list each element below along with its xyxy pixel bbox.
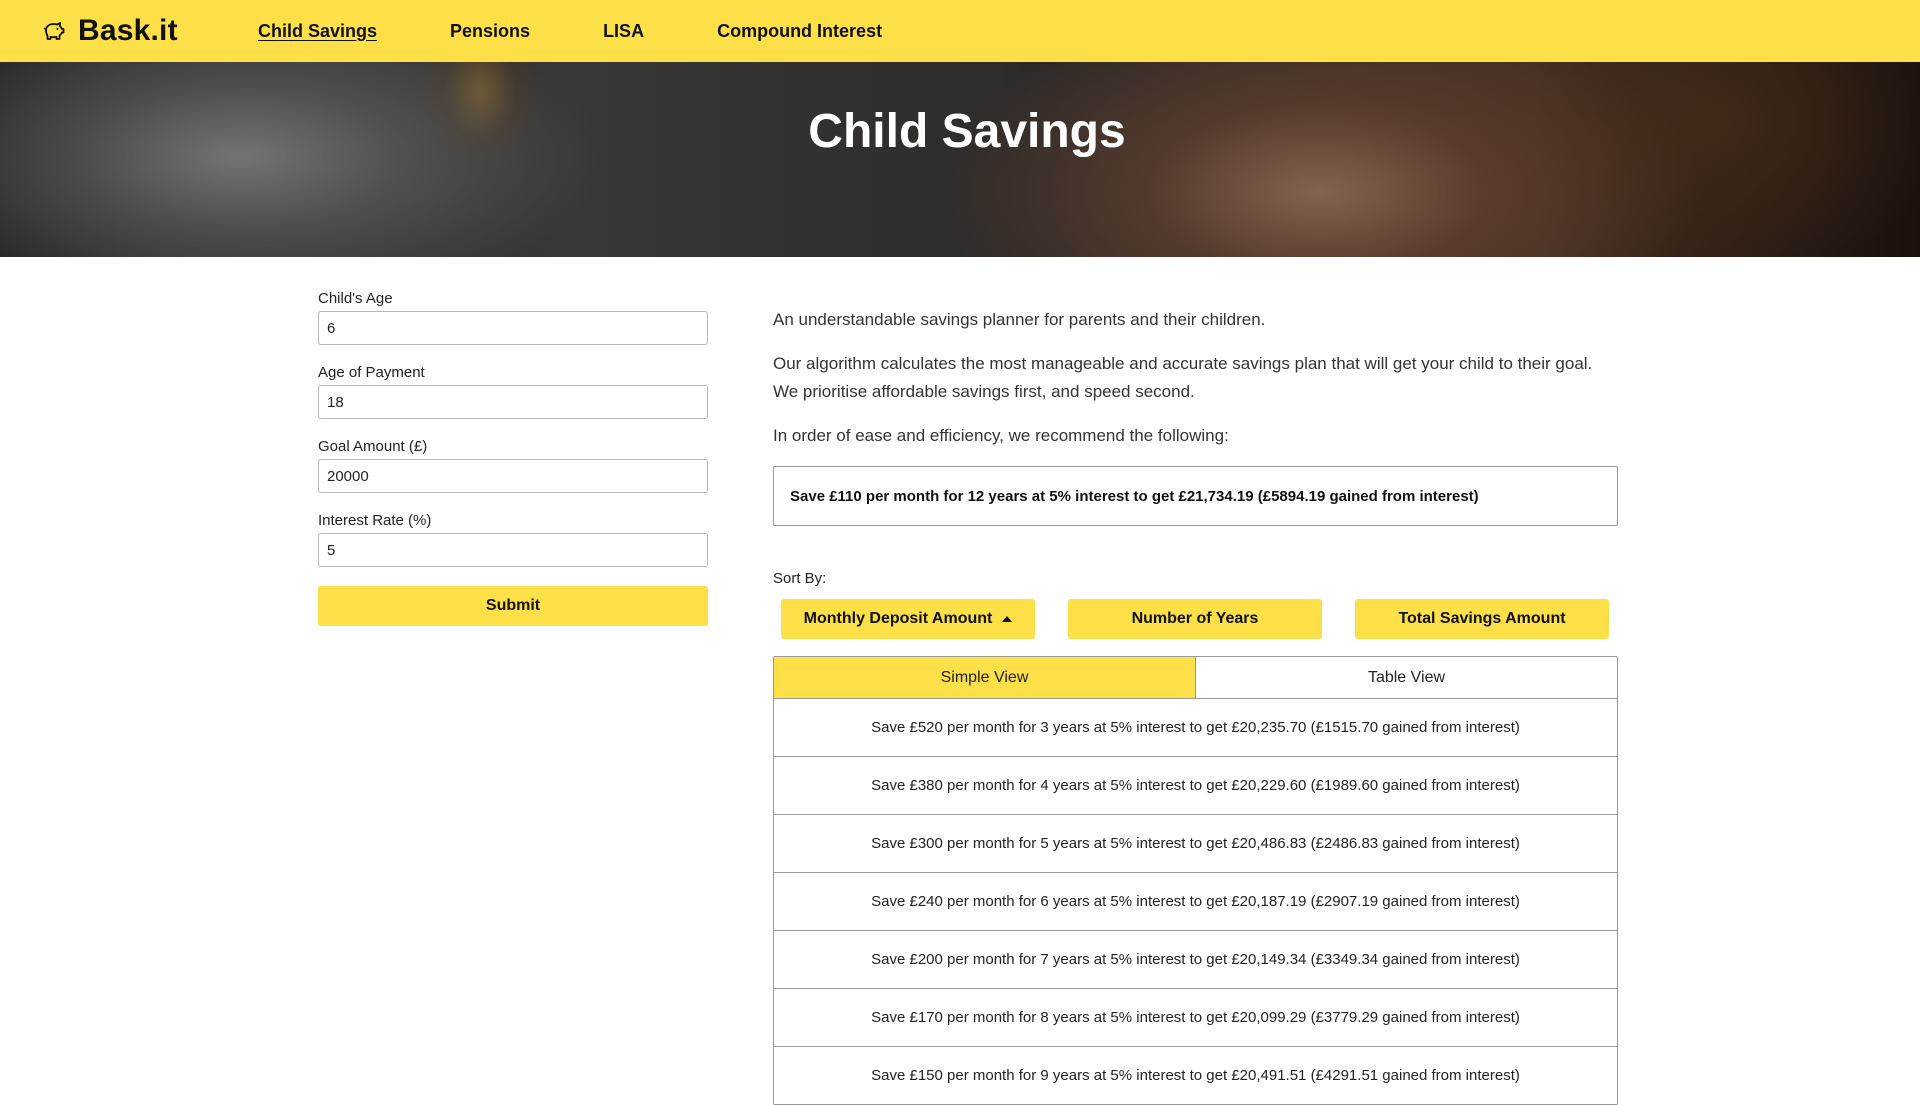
field-age-of-payment: Age of Payment — [318, 364, 708, 419]
nav-link-lisa[interactable]: LISA — [603, 21, 644, 42]
caret-up-icon — [1002, 616, 1013, 622]
recommend-label: In order of ease and efficiency, we reco… — [773, 426, 1229, 445]
interest-rate-label: Interest Rate (%) — [318, 512, 432, 529]
sort-monthly-deposit-button[interactable]: Monthly Deposit Amount — [781, 599, 1035, 639]
view-tabs: Simple View Table View — [774, 657, 1617, 699]
list-item: Save £170 per month for 8 years at 5% in… — [774, 989, 1617, 1047]
list-item: Save £520 per month for 3 years at 5% in… — [774, 699, 1617, 757]
sort-monthly-deposit-label: Monthly Deposit Amount — [803, 610, 993, 627]
sort-number-of-years-button[interactable]: Number of Years — [1068, 599, 1322, 639]
sort-label: Sort By: — [773, 570, 827, 587]
recommended-plan: Save £110 per month for 12 years at 5% i… — [773, 466, 1618, 526]
main-nav: Child Savings Pensions LISA Compound Int… — [258, 0, 955, 62]
content-panel: An understandable savings planner for pa… — [773, 306, 1618, 526]
page-title: Child Savings — [808, 105, 1126, 158]
nav-link-child-savings[interactable]: Child Savings — [258, 21, 377, 42]
description-text: Our algorithm calculates the most manage… — [773, 354, 1593, 401]
childs-age-label: Child's Age — [318, 290, 393, 307]
savings-form: Child's Age Age of Payment Goal Amount (… — [318, 290, 708, 626]
piggy-bank-icon — [43, 22, 65, 40]
list-item: Save £240 per month for 6 years at 5% in… — [774, 873, 1617, 931]
field-childs-age: Child's Age — [318, 290, 708, 345]
goal-amount-input[interactable] — [318, 459, 708, 493]
list-item: Save £150 per month for 9 years at 5% in… — [774, 1047, 1617, 1105]
field-interest-rate: Interest Rate (%) — [318, 512, 708, 567]
tab-table-view[interactable]: Table View — [1196, 657, 1617, 698]
field-goal-amount: Goal Amount (£) — [318, 438, 708, 493]
top-navbar: Bask.it Child Savings Pensions LISA Comp… — [0, 0, 1920, 62]
hero-banner: Child Savings — [0, 62, 1920, 257]
nav-link-pensions[interactable]: Pensions — [450, 21, 530, 42]
interest-rate-input[interactable] — [318, 533, 708, 567]
tab-simple-view[interactable]: Simple View — [774, 657, 1196, 698]
childs-age-input[interactable] — [318, 311, 708, 345]
sort-total-savings-button[interactable]: Total Savings Amount — [1355, 599, 1609, 639]
intro-text: An understandable savings planner for pa… — [773, 310, 1266, 329]
age-of-payment-label: Age of Payment — [318, 364, 425, 381]
list-item: Save £380 per month for 4 years at 5% in… — [774, 757, 1617, 815]
brand-name: Bask.it — [78, 14, 178, 47]
brand[interactable]: Bask.it — [42, 0, 178, 62]
results-panel: Simple View Table View Save £520 per mon… — [773, 656, 1618, 1105]
submit-button[interactable]: Submit — [318, 586, 708, 626]
goal-amount-label: Goal Amount (£) — [318, 438, 428, 455]
sort-buttons: Monthly Deposit Amount Number of Years T… — [781, 599, 1609, 639]
age-of-payment-input[interactable] — [318, 385, 708, 419]
list-item: Save £200 per month for 7 years at 5% in… — [774, 931, 1617, 989]
list-item: Save £300 per month for 5 years at 5% in… — [774, 815, 1617, 873]
nav-link-compound-interest[interactable]: Compound Interest — [717, 21, 882, 42]
